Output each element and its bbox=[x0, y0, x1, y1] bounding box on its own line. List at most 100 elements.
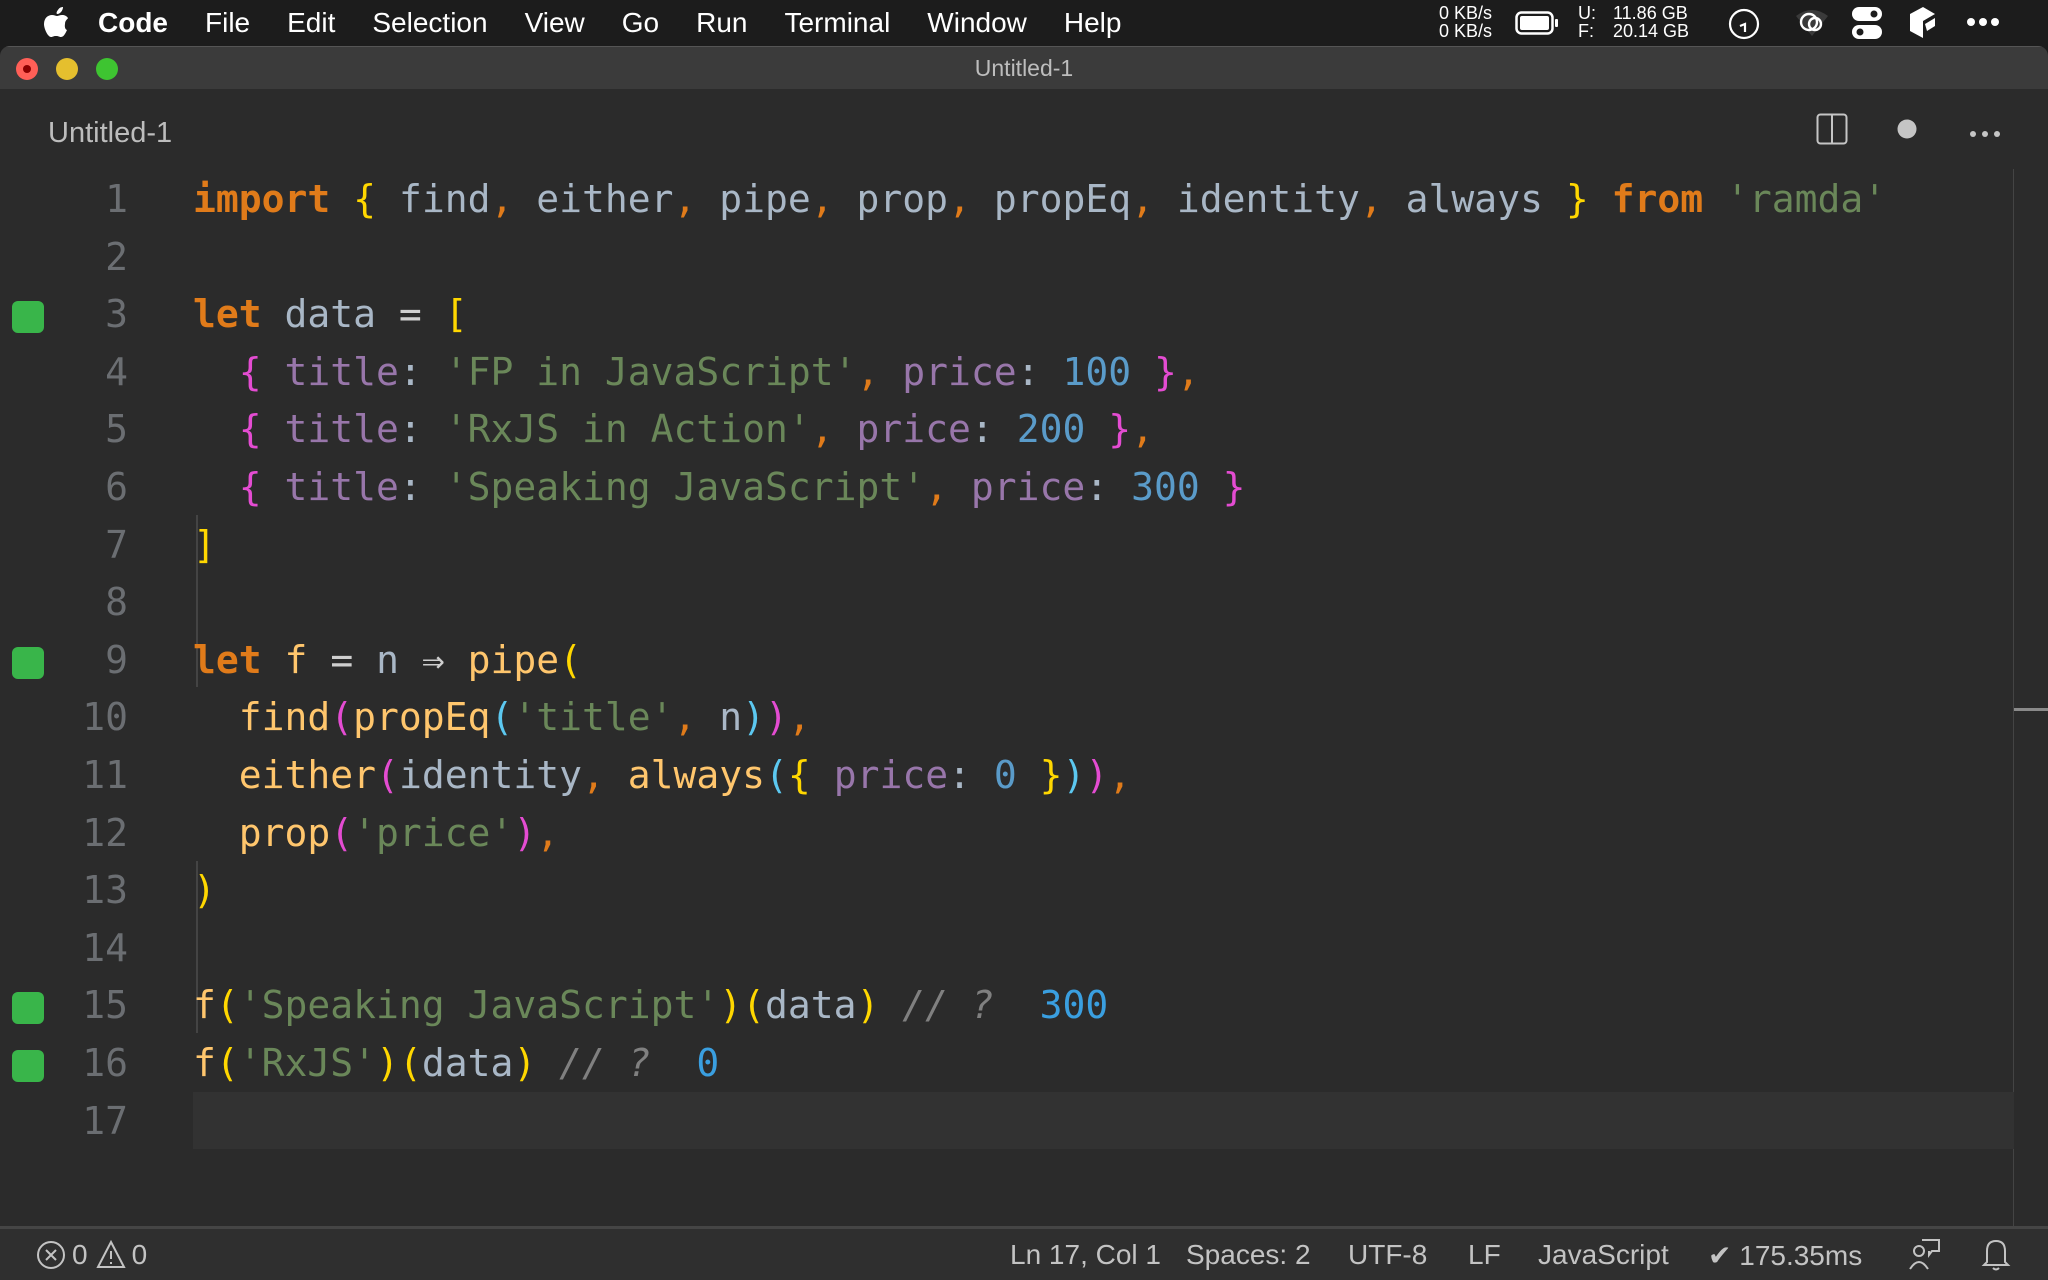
code-token: , bbox=[673, 695, 697, 740]
menu-help[interactable]: Help bbox=[1064, 7, 1122, 39]
scrollbar-thumb[interactable] bbox=[2014, 708, 2048, 711]
disk-free-label: F: bbox=[1578, 21, 1594, 41]
code-token: price bbox=[902, 349, 1017, 394]
menu-view[interactable]: View bbox=[525, 7, 585, 39]
language-mode[interactable]: JavaScript bbox=[1538, 1239, 1669, 1271]
code-token: : bbox=[1085, 465, 1132, 509]
code-token: , bbox=[810, 177, 834, 221]
menu-selection[interactable]: Selection bbox=[372, 7, 487, 39]
app-icon[interactable] bbox=[1907, 6, 1937, 45]
code-token: import bbox=[193, 177, 331, 221]
code-token: 'FP in JavaScript' bbox=[444, 349, 857, 394]
feedback-icon[interactable] bbox=[1908, 1237, 1942, 1271]
menu-edit[interactable]: Edit bbox=[287, 7, 335, 39]
code-token: always bbox=[1382, 177, 1566, 221]
net-down: 0 KB/s bbox=[1438, 21, 1492, 41]
tab-bar: Untitled-1 bbox=[0, 89, 2048, 169]
code-line[interactable]: 11 either(identity, always({ price: 0 })… bbox=[0, 746, 2014, 804]
code-line[interactable]: 9 let f = n ⇒ pipe( bbox=[0, 631, 2014, 689]
code-line[interactable]: 8 bbox=[0, 573, 2014, 631]
code-token: title bbox=[284, 349, 399, 394]
code-line[interactable]: 7] bbox=[0, 516, 2014, 574]
code-line[interactable]: 12 prop('price'), bbox=[0, 804, 2014, 862]
code-editor[interactable]: 1 import { find, either, pipe, prop, prop… bbox=[0, 169, 2048, 1231]
code-line[interactable]: 16 f('RxJS')(data) // ? 0 bbox=[0, 1034, 2014, 1092]
code-token: : bbox=[970, 407, 1017, 452]
menu-file[interactable]: File bbox=[205, 7, 250, 39]
tab-untitled-1[interactable]: Untitled-1 bbox=[48, 117, 172, 150]
code-text: let data = [ bbox=[193, 292, 468, 336]
quokka-timing[interactable]: ✔ 175.35ms bbox=[1708, 1239, 1862, 1272]
status-bar: 0 0 Ln 17, Col 1 Spaces: 2 UTF-8 LF Java… bbox=[0, 1226, 2048, 1280]
code-token: , bbox=[1176, 349, 1200, 394]
code-token: propEq bbox=[970, 177, 1132, 221]
code-token: , bbox=[673, 177, 697, 221]
network-speed[interactable]: 0 KB/s 0 KB/s bbox=[1432, 4, 1492, 40]
apple-logo-icon[interactable] bbox=[42, 7, 72, 39]
menu-terminal[interactable]: Terminal bbox=[784, 7, 890, 39]
menu-app-code[interactable]: Code bbox=[98, 7, 168, 39]
control-center-icon[interactable] bbox=[1851, 6, 1883, 45]
code-line[interactable]: 10 find(propEq('title', n)), bbox=[0, 688, 2014, 746]
line-number: 6 bbox=[105, 465, 128, 509]
indentation[interactable]: Spaces: 2 bbox=[1186, 1239, 1311, 1271]
code-token: { bbox=[353, 177, 377, 221]
code-token: let bbox=[193, 292, 262, 337]
code-token: , bbox=[1131, 177, 1154, 221]
code-token: ⇒ bbox=[421, 637, 445, 682]
code-line[interactable]: 1 import { find, either, pipe, prop, prop… bbox=[0, 170, 2014, 228]
code-token: data bbox=[765, 983, 857, 1028]
code-line[interactable]: 2 bbox=[0, 228, 2014, 286]
code-token: 'RxJS' bbox=[238, 1041, 377, 1085]
unsaved-dot-icon[interactable] bbox=[1897, 119, 1917, 144]
creative-cloud-icon[interactable] bbox=[1794, 8, 1830, 43]
code-line[interactable]: 3 let data = [ bbox=[0, 285, 2014, 343]
code-line[interactable]: 4 { title: 'FP in JavaScript', price: 10… bbox=[0, 343, 2014, 401]
problems-indicator[interactable]: 0 0 bbox=[36, 1239, 147, 1271]
encoding[interactable]: UTF-8 bbox=[1348, 1239, 1427, 1271]
code-token: ) bbox=[513, 810, 537, 855]
code-token: 'ramda' bbox=[1726, 177, 1887, 221]
warning-count: 0 bbox=[131, 1239, 148, 1270]
code-text: f('Speaking JavaScript')(data) // ? 300 bbox=[193, 983, 1108, 1027]
disk-usage[interactable]: U: 11.86 GB F: 20.14 GB bbox=[1578, 4, 1689, 40]
more-icon[interactable] bbox=[1966, 12, 2000, 37]
battery-icon[interactable] bbox=[1515, 10, 1561, 41]
code-line[interactable]: 15 f('Speaking JavaScript')(data) // ? 30… bbox=[0, 976, 2014, 1034]
code-text: import { find, either, pipe, prop, propE… bbox=[193, 177, 1886, 221]
more-actions-icon[interactable] bbox=[1969, 125, 2001, 143]
code-token: 'RxJS in Action' bbox=[444, 407, 811, 452]
code-token: title bbox=[284, 407, 399, 452]
code-token: ) bbox=[193, 868, 216, 913]
code-token: ( bbox=[765, 753, 788, 797]
notifications-bell-icon[interactable] bbox=[1981, 1237, 2011, 1271]
code-token: , bbox=[1359, 177, 1383, 221]
menu-window[interactable]: Window bbox=[927, 7, 1027, 39]
title-bar[interactable]: Untitled-1 bbox=[0, 46, 2048, 89]
code-token: ) bbox=[1062, 753, 1086, 797]
code-token: pipe bbox=[696, 177, 811, 221]
menu-go[interactable]: Go bbox=[622, 7, 659, 39]
code-token: , bbox=[948, 177, 971, 221]
code-token: f bbox=[193, 1041, 216, 1085]
code-line[interactable]: 13) bbox=[0, 861, 2014, 919]
cursor-position[interactable]: Ln 17, Col 1 bbox=[1010, 1239, 1161, 1271]
menu-run[interactable]: Run bbox=[696, 7, 747, 39]
code-line[interactable]: 17 bbox=[0, 1091, 2014, 1150]
current-line-highlight bbox=[193, 1091, 2014, 1150]
warning-icon bbox=[95, 1240, 126, 1268]
code-line[interactable]: 5 { title: 'RxJS in Action', price: 200 … bbox=[0, 400, 2014, 458]
code-token: { bbox=[787, 753, 811, 797]
clock-icon[interactable] bbox=[1727, 7, 1761, 46]
code-line[interactable]: 14 bbox=[0, 919, 2014, 977]
code-token: ) bbox=[856, 983, 880, 1028]
split-editor-icon[interactable] bbox=[1816, 113, 1848, 150]
code-line[interactable]: 6 { title: 'Speaking JavaScript', price:… bbox=[0, 458, 2014, 516]
end-of-line[interactable]: LF bbox=[1468, 1239, 1501, 1271]
